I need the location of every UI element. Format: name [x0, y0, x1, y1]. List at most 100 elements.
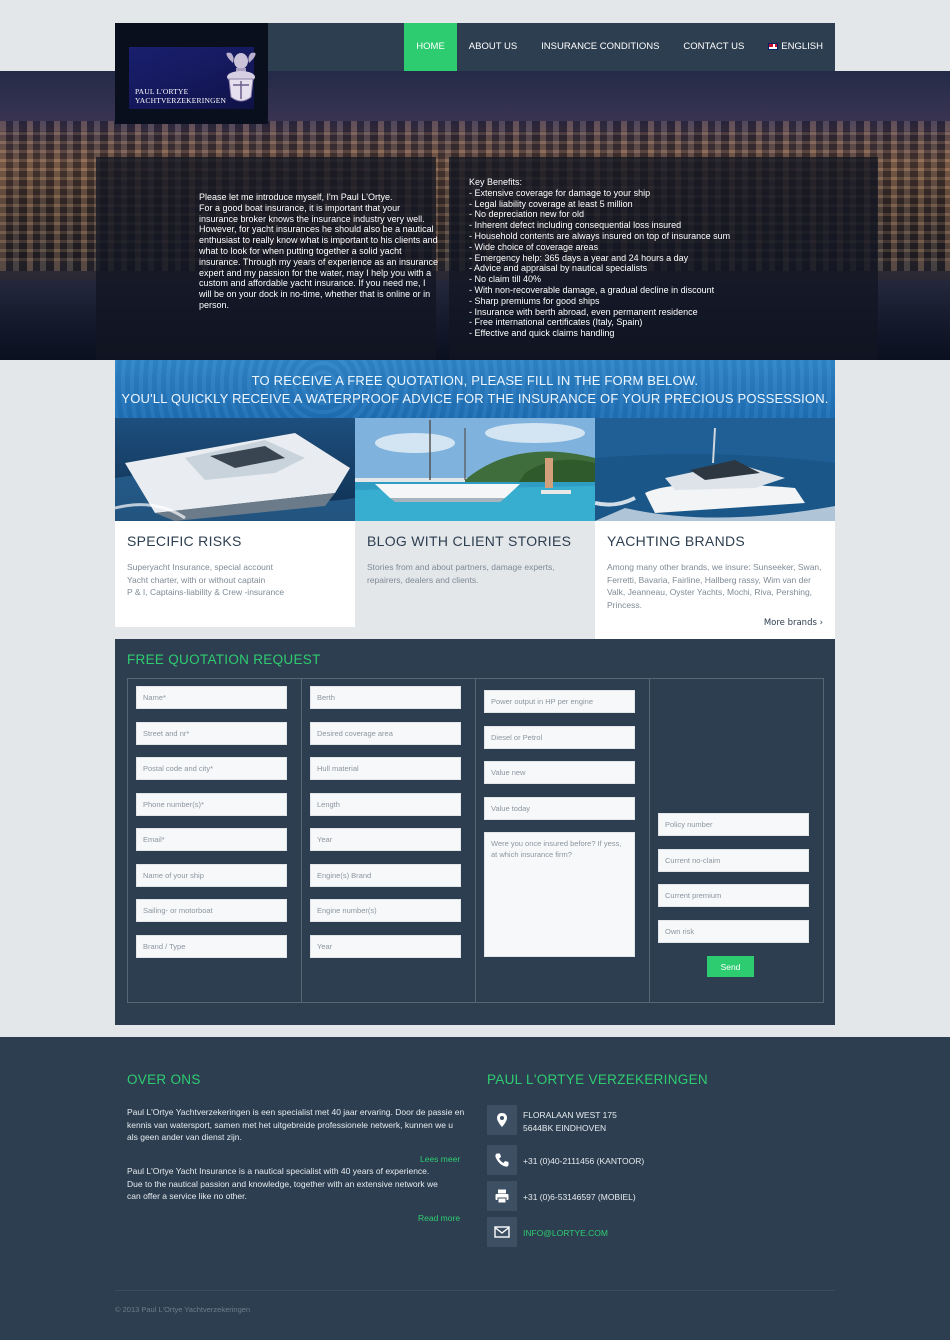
form-column-policy: Send: [650, 679, 825, 1002]
copyright: © 2013 Paul L'Ortye Yachtverzekeringen: [115, 1305, 251, 1314]
form-field-previous-insurer[interactable]: [484, 832, 635, 957]
benefit-item: - No depreciation new for old: [469, 209, 585, 220]
form-column-personal: [128, 679, 302, 1002]
benefit-item: - Inherent defect including consequentia…: [469, 220, 682, 231]
form-field-policy-number[interactable]: [658, 813, 809, 836]
nav-label: CONTACT US: [683, 41, 745, 52]
site-footer: OVER ONS Paul L'Ortye Yachtverzekeringen…: [0, 1037, 950, 1340]
feature-specific-risks: SPECIFIC RISKS Superyacht Insurance, spe…: [115, 521, 355, 627]
form-field-postal-code-and-city[interactable]: [136, 757, 287, 780]
main-nav: HOME ABOUT US INSURANCE CONDITIONS CONTACT …: [404, 23, 835, 71]
feature-title: SPECIFIC RISKS: [127, 533, 242, 549]
quotation-form: Send: [127, 678, 824, 1003]
form-field-own-risk[interactable]: [658, 919, 809, 943]
form-field-berth[interactable]: [310, 686, 461, 709]
nav-label: ABOUT US: [468, 41, 518, 52]
form-column-value: [476, 679, 650, 1002]
nav-item-home[interactable]: HOME: [404, 23, 457, 71]
photo-sailboat: [355, 418, 595, 521]
form-field-length[interactable]: [310, 792, 461, 816]
feature-yachting-brands: YACHTING BRANDS Among many other brands,…: [595, 521, 835, 639]
hero-benefits: Key Benefits: - Extensive coverage for d…: [469, 177, 869, 339]
benefit-item: - With non-recoverable damage, a gradual…: [469, 284, 715, 295]
address-line1: FLORALAAN WEST 175: [523, 1110, 617, 1120]
form-field-diesel-or-petrol[interactable]: [484, 725, 635, 749]
phone-icon: [495, 1153, 509, 1167]
feature-text: Stories from and about partners, damage …: [367, 562, 555, 585]
benefit-item: - Insurance with berth abroad, even perm…: [469, 306, 698, 317]
nav-item-insurance-conditions[interactable]: INSURANCE CONDITIONS: [529, 23, 671, 71]
form-field-current-no-claim[interactable]: [658, 848, 809, 872]
form-field-sailing-or-motorboat[interactable]: [136, 899, 287, 922]
nav-item-contact-us[interactable]: CONTACT US: [671, 23, 756, 71]
benefit-item: - Free international certificates (Italy…: [469, 317, 643, 328]
phone-mobile[interactable]: +31 (0)6-53146597 (MOBIEL): [523, 1191, 636, 1204]
benefits-title: Key Benefits:: [469, 177, 523, 187]
read-more-nl-link[interactable]: Lees meer: [420, 1154, 460, 1164]
form-field-year[interactable]: [310, 828, 461, 851]
more-brands-link[interactable]: More brands ›: [764, 618, 823, 628]
phone-office[interactable]: +31 (0)40-2111456 (KANTOOR): [523, 1155, 644, 1168]
send-button[interactable]: Send: [707, 956, 754, 977]
hero-intro-text: Please let me introduce myself, I'm Paul…: [199, 192, 438, 310]
photo-speed-yacht: [595, 418, 835, 521]
map-pin-icon: [497, 1113, 507, 1127]
about-text-en: Paul L'Ortye Yacht Insurance is a nautic…: [127, 1166, 438, 1202]
benefits-list: - Extensive coverage for damage to your …: [469, 188, 869, 339]
benefit-item: - Extensive coverage for damage to your …: [469, 187, 651, 198]
nav-label: ENGLISH: [781, 41, 823, 52]
quotation-banner: TO RECEIVE A FREE QUOTATION, PLEASE FILL…: [115, 360, 835, 418]
read-more-en-link[interactable]: Read more: [418, 1213, 460, 1223]
form-field-street-and-nr[interactable]: [136, 721, 287, 745]
benefit-item: - Wide choice of coverage areas: [469, 241, 599, 252]
form-title: FREE QUOTATION REQUEST: [127, 652, 321, 667]
nav-item-about-us[interactable]: ABOUT US: [457, 23, 529, 71]
about-text-nl: Paul L'Ortye Yachtverzekeringen is een s…: [127, 1107, 465, 1143]
logo-name-line2: YACHTVERZEKERINGEN: [135, 96, 227, 105]
form-field-name[interactable]: [136, 686, 287, 709]
photo-motor-yacht: [115, 418, 355, 521]
form-column-ship: [302, 679, 476, 1002]
feature-text: Superyacht Insurance, special account Ya…: [127, 562, 285, 597]
form-field-email[interactable]: [136, 828, 287, 851]
about-title: OVER ONS: [127, 1072, 201, 1087]
form-field-power-output-in-hp-per-engine[interactable]: [484, 690, 635, 713]
address-line2: 5644BK EINDHOVEN: [523, 1122, 607, 1133]
benefit-item: - No claim till 40%: [469, 274, 542, 285]
feature-blog[interactable]: BLOG WITH CLIENT STORIES Stories from an…: [355, 521, 595, 627]
site-logo[interactable]: PAUL L'ORTYE YACHTVERZEKERINGEN: [115, 23, 268, 124]
benefit-item: - Advice and appraisal by nautical speci…: [469, 263, 648, 274]
feature-title: YACHTING BRANDS: [607, 533, 746, 549]
printer-icon: [495, 1189, 509, 1204]
form-field-hull-material[interactable]: [310, 757, 461, 780]
banner-line2: YOU'LL QUICKLY RECEIVE A WATERPROOF ADVI…: [121, 391, 829, 406]
form-field-engine-number-s[interactable]: [310, 899, 461, 922]
form-field-engine-s-brand[interactable]: [310, 863, 461, 887]
logo-name-line1: PAUL L'ORTYE: [135, 87, 189, 96]
quotation-form-section: FREE QUOTATION REQUEST Send: [115, 639, 835, 1025]
benefit-item: - Household contents are always insured …: [469, 230, 731, 241]
benefit-item: - Emergency help: 365 days a year and 24…: [469, 252, 689, 263]
nav-label: HOME: [416, 41, 445, 52]
form-field-brand-type[interactable]: [136, 934, 287, 958]
benefit-item: - Effective and quick claims handling: [469, 328, 615, 339]
contact-title: PAUL L'ORTYE VERZEKERINGEN: [487, 1072, 708, 1087]
envelope-icon: [494, 1226, 510, 1238]
crest-icon: [226, 52, 256, 102]
form-field-value-new[interactable]: [484, 761, 635, 784]
form-field-desired-coverage-area[interactable]: [310, 721, 461, 745]
nav-label: INSURANCE CONDITIONS: [541, 41, 660, 52]
benefit-item: - Sharp premiums for good ships: [469, 295, 600, 306]
nav-item-english[interactable]: ENGLISH: [756, 23, 835, 71]
form-field-year[interactable]: [310, 934, 461, 958]
form-field-name-of-your-ship[interactable]: [136, 863, 287, 887]
email-link[interactable]: INFO@LORTYE.COM: [523, 1227, 608, 1240]
uk-flag-icon: [768, 43, 779, 50]
form-field-phone-number-s[interactable]: [136, 792, 287, 816]
form-field-value-today[interactable]: [484, 796, 635, 820]
feature-title: BLOG WITH CLIENT STORIES: [367, 533, 572, 549]
banner-line1: TO RECEIVE A FREE QUOTATION, PLEASE FILL…: [251, 373, 699, 388]
footer-divider: [115, 1290, 835, 1291]
form-field-current-premium[interactable]: [658, 884, 809, 907]
feature-text: Among many other brands, we insure: Suns…: [607, 562, 822, 610]
